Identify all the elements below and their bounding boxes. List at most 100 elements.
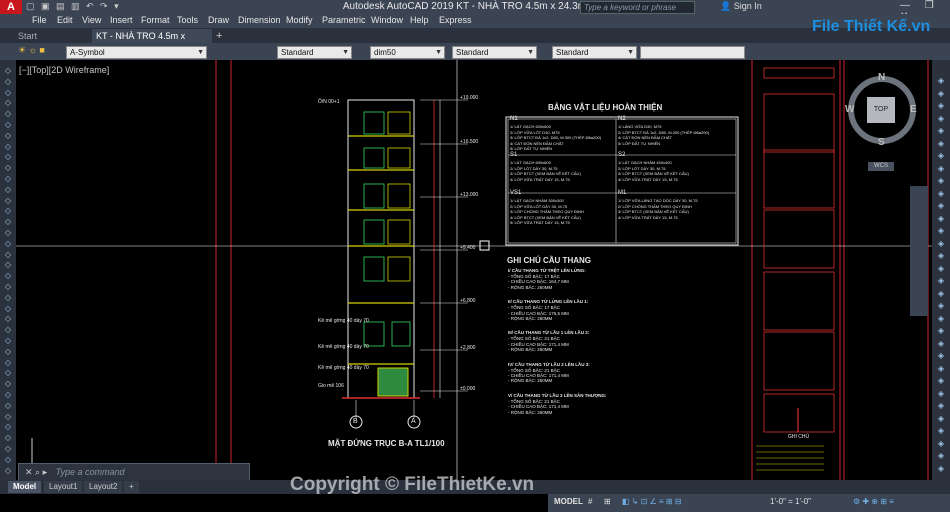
- draw-tool-icon[interactable]: ◇: [3, 347, 13, 356]
- modify-tool-icon[interactable]: ◈: [936, 276, 946, 285]
- menu-express[interactable]: Express: [439, 15, 472, 25]
- navigation-bar[interactable]: [910, 186, 928, 316]
- draw-tool-icon[interactable]: ◇: [3, 206, 13, 215]
- draw-tool-icon[interactable]: ◇: [3, 88, 13, 97]
- autocad-logo-icon[interactable]: A: [0, 0, 22, 14]
- draw-tool-icon[interactable]: ◇: [3, 444, 13, 453]
- menu-dimension[interactable]: Dimension: [238, 15, 281, 25]
- draw-tool-icon[interactable]: ◇: [3, 368, 13, 377]
- menu-tools[interactable]: Tools: [177, 15, 198, 25]
- draw-tool-icon[interactable]: ◇: [3, 142, 13, 151]
- draw-tool-icon[interactable]: ◇: [3, 250, 13, 259]
- modify-tool-icon[interactable]: ◈: [936, 264, 946, 273]
- model-space-button[interactable]: MODEL: [554, 497, 583, 506]
- modify-tool-icon[interactable]: ◈: [936, 426, 946, 435]
- tab-model[interactable]: Model: [8, 481, 42, 493]
- draw-tool-icon[interactable]: ◇: [3, 152, 13, 161]
- modify-tool-icon[interactable]: ◈: [936, 414, 946, 423]
- snap-button[interactable]: ⊞: [604, 497, 611, 506]
- modify-tool-icon[interactable]: ◈: [936, 376, 946, 385]
- draw-tool-icon[interactable]: ◇: [3, 66, 13, 75]
- compass-south[interactable]: S: [878, 137, 885, 148]
- modify-tool-icon[interactable]: ◈: [936, 251, 946, 260]
- draw-tool-icon[interactable]: ◇: [3, 131, 13, 140]
- tab-start[interactable]: Start: [4, 30, 104, 43]
- add-layout-button[interactable]: +: [124, 481, 139, 493]
- draw-tool-icon[interactable]: ◇: [3, 120, 13, 129]
- draw-tool-icon[interactable]: ◇: [3, 228, 13, 237]
- draw-tool-icon[interactable]: ◇: [3, 185, 13, 194]
- command-line[interactable]: ✕ ⌕ ▸ Type a command: [18, 463, 250, 481]
- modify-tool-icon[interactable]: ◈: [936, 139, 946, 148]
- mleader-style-dropdown[interactable]: Standard ▼: [552, 46, 637, 59]
- ortho-polar-icons[interactable]: ◧ ↳ ⊡ ∠ ≡ ⊞ ⊟: [622, 497, 682, 506]
- draw-tool-icon[interactable]: ◇: [3, 401, 13, 410]
- tab-drawing[interactable]: KT - NHÀ TRO 4.5m x 24.3m*: [92, 29, 212, 55]
- modify-tool-icon[interactable]: ◈: [936, 214, 946, 223]
- draw-tool-icon[interactable]: ◇: [3, 260, 13, 269]
- draw-tool-icon[interactable]: ◇: [3, 314, 13, 323]
- layer-state-icons[interactable]: ☀ ☼ ■: [18, 45, 45, 56]
- modify-tool-icon[interactable]: ◈: [936, 351, 946, 360]
- compass-east[interactable]: E: [910, 104, 917, 115]
- modify-tool-icon[interactable]: ◈: [936, 389, 946, 398]
- layer-dropdown[interactable]: A-Symbol ▼: [66, 46, 207, 59]
- modify-tool-icon[interactable]: ◈: [936, 439, 946, 448]
- new-tab-button[interactable]: +: [216, 30, 222, 42]
- draw-tool-icon[interactable]: ◇: [3, 390, 13, 399]
- modify-tool-icon[interactable]: ◈: [936, 176, 946, 185]
- menu-format[interactable]: Format: [141, 15, 170, 25]
- draw-tool-icon[interactable]: ◇: [3, 433, 13, 442]
- drawing-canvas[interactable]: [16, 60, 932, 480]
- modify-tool-icon[interactable]: ◈: [936, 464, 946, 473]
- sign-in-button[interactable]: 👤 Sign In: [720, 1, 762, 12]
- modify-tool-icon[interactable]: ◈: [936, 326, 946, 335]
- modify-tool-icon[interactable]: ◈: [936, 339, 946, 348]
- command-line-icons[interactable]: ✕ ⌕ ▸: [19, 467, 53, 477]
- draw-tool-icon[interactable]: ◇: [3, 282, 13, 291]
- draw-tool-icon[interactable]: ◇: [3, 422, 13, 431]
- modify-tool-icon[interactable]: ◈: [936, 76, 946, 85]
- draw-tool-icon[interactable]: ◇: [3, 77, 13, 86]
- workspace-icons[interactable]: ⚙ ✚ ⊕ ⊞ ≡: [853, 497, 894, 506]
- table-style-dropdown[interactable]: Standard ▼: [452, 46, 537, 59]
- menu-window[interactable]: Window: [371, 15, 403, 25]
- dim-style-dropdown[interactable]: dim50 ▼: [370, 46, 445, 59]
- draw-tool-icon[interactable]: ◇: [3, 466, 13, 475]
- navcube-top-face[interactable]: TOP: [867, 97, 895, 123]
- modify-tool-icon[interactable]: ◈: [936, 201, 946, 210]
- draw-tool-icon[interactable]: ◇: [3, 109, 13, 118]
- modify-tool-icon[interactable]: ◈: [936, 364, 946, 373]
- modify-tool-icon[interactable]: ◈: [936, 89, 946, 98]
- draw-tool-icon[interactable]: ◇: [3, 412, 13, 421]
- menu-file[interactable]: File: [32, 15, 47, 25]
- draw-tool-icon[interactable]: ◇: [3, 379, 13, 388]
- annotation-scale[interactable]: 1'-0" = 1'-0": [770, 497, 811, 506]
- menu-insert[interactable]: Insert: [110, 15, 133, 25]
- menu-help[interactable]: Help: [410, 15, 429, 25]
- menu-view[interactable]: View: [82, 15, 101, 25]
- modify-tool-icon[interactable]: ◈: [936, 114, 946, 123]
- draw-tool-icon[interactable]: ◇: [3, 358, 13, 367]
- quick-access-toolbar[interactable]: ▢ ▣ ▤ ▥ ↶ ↷ ▾: [26, 1, 121, 12]
- linetype-dropdown[interactable]: [640, 46, 745, 59]
- draw-tool-icon[interactable]: ◇: [3, 455, 13, 464]
- modify-tool-icon[interactable]: ◈: [936, 101, 946, 110]
- draw-tool-icon[interactable]: ◇: [3, 196, 13, 205]
- modify-tool-icon[interactable]: ◈: [936, 314, 946, 323]
- tab-layout1[interactable]: Layout1: [44, 481, 83, 493]
- draw-tool-icon[interactable]: ◇: [3, 98, 13, 107]
- tab-layout2[interactable]: Layout2: [84, 481, 123, 493]
- draw-tool-icon[interactable]: ◇: [3, 163, 13, 172]
- compass-west[interactable]: W: [845, 104, 854, 115]
- modify-tool-icon[interactable]: ◈: [936, 301, 946, 310]
- draw-tool-icon[interactable]: ◇: [3, 325, 13, 334]
- draw-tool-icon[interactable]: ◇: [3, 336, 13, 345]
- modify-tool-icon[interactable]: ◈: [936, 189, 946, 198]
- draw-tool-icon[interactable]: ◇: [3, 239, 13, 248]
- menu-draw[interactable]: Draw: [208, 15, 229, 25]
- compass-north[interactable]: N: [878, 72, 885, 83]
- modify-tool-icon[interactable]: ◈: [936, 451, 946, 460]
- draw-tool-icon[interactable]: ◇: [3, 217, 13, 226]
- wcs-dropdown[interactable]: WCS: [868, 162, 894, 171]
